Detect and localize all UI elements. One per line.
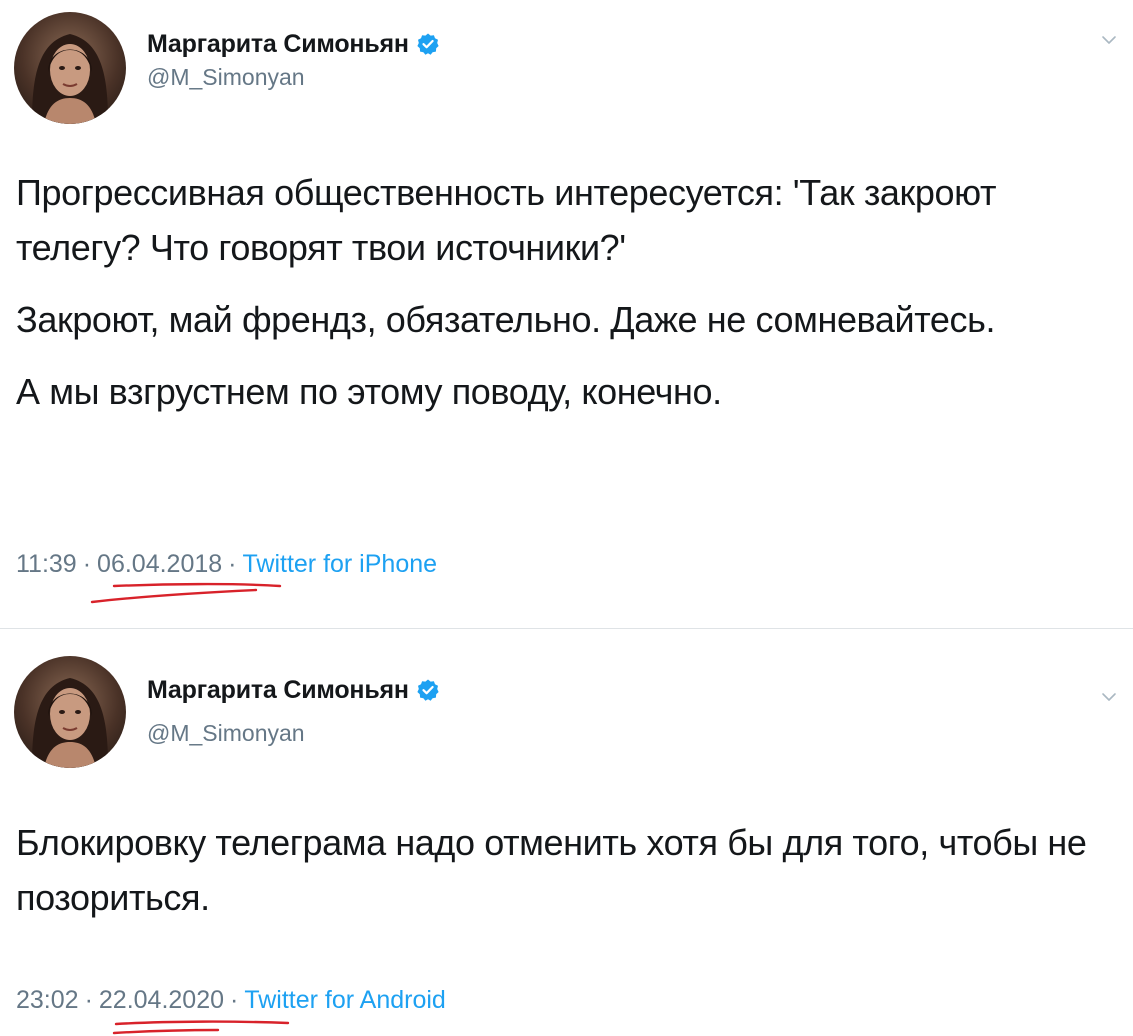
- tweet-meta: 23:02 · 22.04.2020 · Twitter for Android: [16, 986, 446, 1015]
- meta-separator: ·: [230, 986, 239, 1014]
- verified-badge-icon: [417, 679, 439, 701]
- verified-badge-icon: [417, 33, 439, 55]
- tweet-paragraph: А мы взгрустнем по этому поводу, конечно…: [16, 371, 722, 412]
- tweet-meta: 11:39 · 06.04.2018 · Twitter for iPhone: [16, 550, 437, 579]
- tweet-paragraph: Прогрессивная общественность интересуетс…: [16, 172, 997, 268]
- tweet-time[interactable]: 11:39: [16, 550, 77, 578]
- tweet-paragraph: Блокировку телеграма надо отменить хотя …: [16, 822, 1087, 918]
- red-underline-mark: [90, 582, 282, 604]
- avatar[interactable]: [14, 656, 126, 768]
- tweet-date[interactable]: 06.04.2018: [97, 550, 222, 578]
- tweet-source-link[interactable]: Twitter for iPhone: [243, 550, 438, 578]
- tweet-source-link[interactable]: Twitter for Android: [244, 986, 445, 1014]
- meta-separator: ·: [84, 986, 93, 1014]
- tweet-text: Прогрессивная общественность интересуетс…: [16, 165, 1113, 436]
- chevron-down-icon[interactable]: [1099, 687, 1119, 707]
- tweet-date[interactable]: 22.04.2020: [99, 986, 224, 1014]
- tweet-card[interactable]: Маргарита Симоньян @M_Simonyan Прогресси…: [0, 0, 1133, 628]
- avatar-portrait-icon: [32, 678, 108, 768]
- tweet-paragraph: Закроют, май френдз, обязательно. Даже н…: [16, 299, 996, 340]
- chevron-down-icon[interactable]: [1099, 30, 1119, 50]
- author-handle[interactable]: @M_Simonyan: [147, 64, 305, 91]
- meta-separator: ·: [228, 550, 237, 578]
- author-name-row[interactable]: Маргарита Симоньян: [147, 28, 440, 60]
- display-name[interactable]: Маргарита Симоньян: [147, 676, 409, 705]
- author-name-row[interactable]: Маргарита Симоньян: [147, 674, 440, 706]
- tweet-time[interactable]: 23:02: [16, 986, 79, 1014]
- tweet-text: Блокировку телеграма надо отменить хотя …: [16, 815, 1113, 942]
- avatar-portrait-icon: [32, 34, 108, 124]
- avatar[interactable]: [14, 12, 126, 124]
- meta-separator: ·: [82, 550, 92, 578]
- display-name[interactable]: Маргарита Симоньян: [147, 30, 409, 59]
- red-underline-mark: [112, 1020, 290, 1035]
- tweet-card[interactable]: Маргарита Симоньян @M_Simonyan Блокировк…: [0, 629, 1133, 1036]
- author-handle[interactable]: @M_Simonyan: [147, 720, 305, 747]
